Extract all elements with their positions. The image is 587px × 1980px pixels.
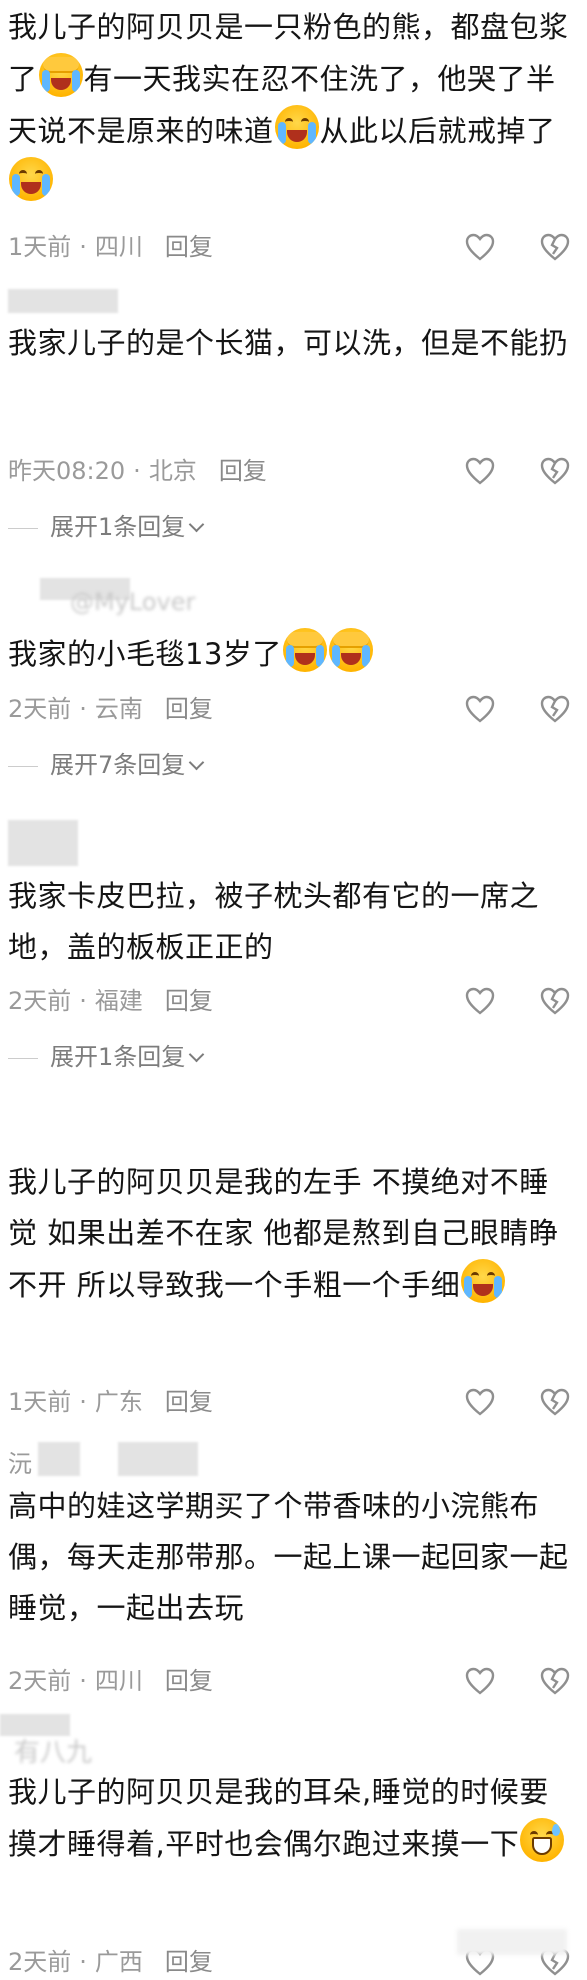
comment-meta: 2天前 · 福建 回复	[8, 987, 213, 1015]
comment-content: 我儿子的阿贝贝是一只粉色的熊，都盘包浆了 有一天我实在忍不住洗了，他哭了半天说不是…	[8, 2, 575, 209]
reply-button[interactable]: 回复	[219, 457, 267, 485]
comment-location: 四川	[94, 233, 143, 261]
username-blur	[8, 289, 118, 313]
comment-content: 我家的小毛毯13岁了	[8, 628, 575, 680]
chevron-down-icon	[189, 516, 205, 533]
comment-time: 2天前	[8, 987, 72, 1015]
broken-heart-icon[interactable]	[540, 1388, 570, 1416]
avatar	[38, 1442, 80, 1476]
comment-location: 北京	[148, 457, 197, 485]
crying-face-emoji	[282, 628, 327, 672]
broken-heart-icon[interactable]	[540, 987, 570, 1015]
comment-meta: 2天前 · 四川 回复	[8, 1667, 213, 1695]
heart-icon[interactable]	[465, 987, 495, 1015]
comment-location: 四川	[94, 1667, 143, 1695]
comment-meta: 2天前 · 广西 回复	[8, 1948, 213, 1976]
reply-button[interactable]: 回复	[165, 695, 213, 723]
expand-replies-button[interactable]: 展开1条回复	[8, 1039, 205, 1075]
comment-time: 1天前	[8, 233, 72, 261]
comment-content: 我家儿子的是个长猫，可以洗，但是不能扔	[8, 326, 569, 360]
comment-time: 2天前	[8, 695, 72, 723]
comment-content: 我儿子的阿贝贝是我的耳朵,睡觉的时候要摸才睡得着,平时也会偶尔跑过来摸一下	[8, 1767, 575, 1870]
broken-heart-icon[interactable]	[540, 457, 570, 485]
sobbing-face-emoji	[274, 105, 319, 149]
grinning-sweat-emoji	[520, 1818, 565, 1862]
comment-meta: 2天前 · 云南 回复	[8, 695, 213, 723]
expand-replies-label: 展开7条回复	[50, 751, 186, 779]
reply-button[interactable]: 回复	[165, 1667, 213, 1695]
comment-content: 我儿子的阿贝贝是我的左手 不摸绝对不睡觉 如果出差不在家 他都是熬到自己眼睛睁不…	[8, 1157, 575, 1311]
heart-icon[interactable]	[465, 233, 495, 261]
comment-location: 福建	[94, 987, 143, 1015]
heart-icon[interactable]	[465, 1388, 495, 1416]
comment-time: 1天前	[8, 1388, 72, 1416]
reply-button[interactable]: 回复	[165, 233, 213, 261]
comment-content: 我家卡皮巴拉，被子枕头都有它的一席之地，盖的板板正正的	[8, 879, 540, 964]
crying-face-emoji	[328, 628, 373, 672]
chevron-down-icon	[189, 1046, 205, 1063]
comment-meta: 1天前 · 广东 回复	[8, 1388, 213, 1416]
sobbing-face-emoji	[9, 157, 53, 201]
expand-replies-label: 展开1条回复	[50, 1043, 186, 1071]
comment-username[interactable]: 有八九	[14, 1732, 92, 1768]
watermark	[457, 1929, 567, 1955]
comment-location: 广西	[94, 1948, 143, 1976]
reply-button[interactable]: 回复	[165, 987, 213, 1015]
broken-heart-icon[interactable]	[540, 695, 570, 723]
comment-text: 我儿子的阿贝贝是我的耳朵,睡觉的时候要摸才睡得着,平时也会偶尔跑过来摸一下	[8, 1775, 549, 1861]
heart-icon[interactable]	[465, 457, 495, 485]
comment-location: 广东	[94, 1388, 143, 1416]
comment-time: 2天前	[8, 1667, 72, 1695]
expand-replies-label: 展开1条回复	[50, 513, 186, 541]
comment-content: 高中的娃这学期买了个带香味的小浣熊布偶，每天走那带那。一起上课一起回家一起睡觉，…	[8, 1489, 569, 1625]
comment-text: 我家的小毛毯13岁了	[8, 637, 282, 671]
heart-icon[interactable]	[465, 695, 495, 723]
comment-meta: 昨天08:20 · 北京 回复	[8, 457, 267, 485]
comment-time: 昨天08:20	[8, 457, 126, 485]
avatar	[118, 1442, 198, 1476]
broken-heart-icon[interactable]	[540, 1667, 570, 1695]
avatar	[8, 820, 78, 866]
reply-button[interactable]: 回复	[165, 1388, 213, 1416]
reply-button[interactable]: 回复	[165, 1948, 213, 1976]
chevron-down-icon	[189, 754, 205, 771]
comment-location: 云南	[94, 695, 143, 723]
comment-username[interactable]: @MyLover	[70, 588, 195, 616]
comment-username[interactable]: 沅	[8, 1444, 32, 1478]
comment-meta: 1天前 · 四川 回复	[8, 233, 213, 261]
heart-icon[interactable]	[465, 1667, 495, 1695]
crying-face-emoji	[38, 53, 83, 97]
broken-heart-icon[interactable]	[540, 233, 570, 261]
comment-time: 2天前	[8, 1948, 72, 1976]
expand-replies-button[interactable]: 展开1条回复	[8, 509, 205, 545]
comment-text: 从此以后就戒掉了	[319, 114, 556, 148]
expand-replies-button[interactable]: 展开7条回复	[8, 747, 205, 783]
sobbing-face-emoji	[461, 1259, 506, 1303]
